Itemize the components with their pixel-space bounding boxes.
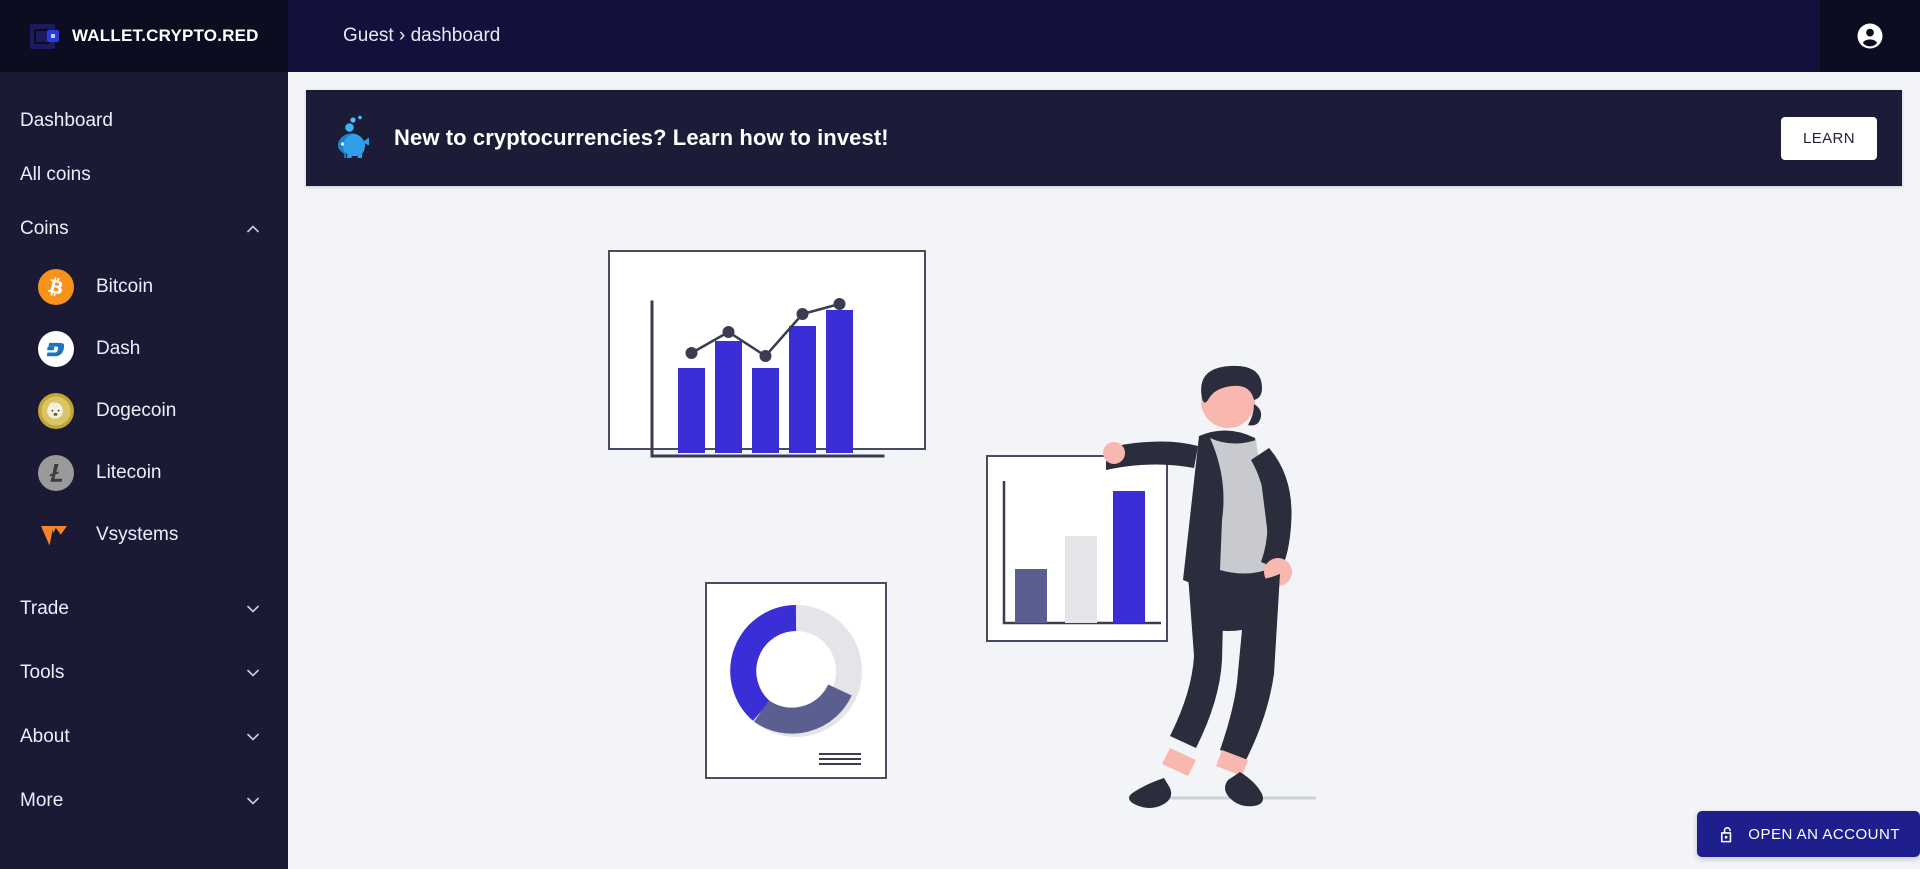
cta-label: OPEN AN ACCOUNT [1748,825,1900,843]
sidebar-item-dogecoin[interactable]: Dogecoin [0,380,288,442]
sidebar: Dashboard All coins Coins Bitcoin Dash D… [0,72,288,869]
litecoin-icon [38,455,74,491]
bar-line-chart-card [608,250,926,458]
vsystems-icon [41,526,67,546]
sidebar-item-dashboard[interactable]: Dashboard [0,94,288,148]
donut-chart-card [705,582,887,779]
body-wrap: Dashboard All coins Coins Bitcoin Dash D… [0,72,1920,869]
bitcoin-icon [38,269,74,305]
sidebar-item-all-coins[interactable]: All coins [0,148,288,202]
sidebar-item-label: Trade [20,598,69,619]
sidebar-item-label: Dashboard [20,110,113,131]
chevron-down-icon [247,797,259,805]
sidebar-item-label: Coins [20,218,69,239]
investor-figure [986,365,1316,808]
sidebar-item-label: Dash [96,338,141,359]
sidebar-item-bitcoin[interactable]: Bitcoin [0,256,288,318]
sidebar-item-label: Dogecoin [96,400,177,421]
wallet-logo-icon [30,22,59,51]
brand-name: WALLET.CRYPTO.RED [72,26,259,45]
chevron-down-icon [247,605,259,613]
chevron-down-icon [247,669,259,677]
top-bar: WALLET.CRYPTO.RED Guest › dashboard [0,0,1920,72]
banner-message: New to cryptocurrencies? Learn how to in… [394,125,889,150]
sidebar-item-vsystems[interactable]: Vsystems [0,504,288,566]
main-content: New to cryptocurrencies? Learn how to in… [288,72,1920,869]
chevron-down-icon [247,733,259,741]
sidebar-item-dash[interactable]: Dash [0,318,288,380]
breadcrumb-wrap: Guest › dashboard [288,0,1820,72]
sidebar-item-label: About [20,726,70,747]
sidebar-item-label: Tools [20,662,65,683]
sidebar-item-label: Litecoin [96,462,162,483]
brand[interactable]: WALLET.CRYPTO.RED [0,0,288,72]
sidebar-item-more[interactable]: More [0,774,288,828]
topbar-right [1820,0,1920,72]
account-circle-icon[interactable] [1855,21,1885,51]
promo-banner: New to cryptocurrencies? Learn how to in… [306,90,1902,186]
bar-chart-card [986,455,1168,642]
learn-button[interactable]: LEARN [1780,116,1877,160]
app-root: WALLET.CRYPTO.RED Guest › dashboard Dash… [0,0,1920,869]
investor-with-charts-illustration [306,186,1902,846]
dash-icon [38,331,74,367]
sidebar-item-label: Bitcoin [96,276,154,297]
sidebar-item-label: All coins [20,164,91,185]
sidebar-item-coins[interactable]: Coins [0,202,288,256]
piggy-bank-icon [338,115,369,158]
chevron-up-icon [247,225,259,233]
sidebar-item-about[interactable]: About [0,710,288,764]
dogecoin-icon [38,393,74,429]
sidebar-item-label: More [20,790,64,811]
open-an-account-button[interactable]: OPEN AN ACCOUNT [1697,811,1920,857]
sidebar-item-litecoin[interactable]: Litecoin [0,442,288,504]
sidebar-item-tools[interactable]: Tools [0,646,288,700]
sidebar-item-trade[interactable]: Trade [0,582,288,636]
breadcrumb: Guest › dashboard [288,0,1820,72]
unlock-padlock-icon [1721,826,1732,842]
illustration-svg [608,250,1316,808]
sidebar-item-label: Vsystems [96,524,179,545]
